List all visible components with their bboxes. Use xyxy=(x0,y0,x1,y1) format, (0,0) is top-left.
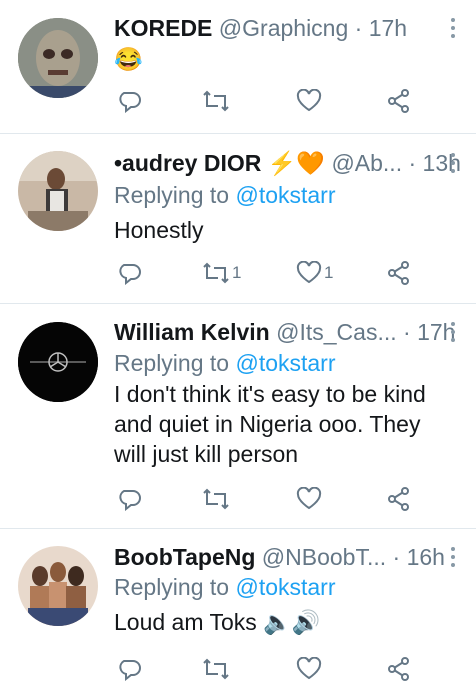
avatar[interactable] xyxy=(18,18,98,98)
heart-icon xyxy=(296,487,322,510)
tweet-actions: 1 1 xyxy=(114,258,424,288)
user-handle[interactable]: @Ab... xyxy=(331,150,402,176)
tweet-text: Honestly xyxy=(114,217,204,243)
share-button[interactable] xyxy=(386,484,412,514)
retweet-button[interactable] xyxy=(202,86,232,116)
replying-to-label: Replying to xyxy=(114,350,230,376)
retweet-button[interactable]: 1 xyxy=(202,258,241,288)
like-button[interactable]: 1 xyxy=(296,258,333,288)
heart-icon xyxy=(296,89,322,112)
reply-button[interactable] xyxy=(119,484,145,514)
reply-button[interactable] xyxy=(119,86,145,116)
avatar[interactable] xyxy=(18,151,98,231)
tweet[interactable]: William Kelvin @Its_Cas... · 17h Replyin… xyxy=(0,304,476,529)
share-icon xyxy=(388,261,409,285)
share-icon xyxy=(388,89,409,113)
like-count: 1 xyxy=(324,263,334,282)
reply-icon xyxy=(119,92,141,113)
retweet-icon xyxy=(203,262,229,284)
user-handle[interactable]: @NBoobT... xyxy=(262,544,386,570)
tweet[interactable]: BoobTapeNg @NBoobT... · 16h Replying to … xyxy=(0,529,476,693)
more-options-icon[interactable] xyxy=(450,547,456,571)
replying-to-label: Replying to xyxy=(114,574,230,600)
avatar[interactable] xyxy=(18,546,98,626)
mention-link[interactable]: @tokstarr xyxy=(235,350,335,376)
retweet-icon xyxy=(203,658,229,680)
more-options-icon[interactable] xyxy=(450,18,456,42)
tweet-actions xyxy=(114,484,424,514)
share-button[interactable] xyxy=(386,654,412,684)
tweet-text: Loud am Toks 🔈🔊 xyxy=(114,609,321,635)
share-icon xyxy=(388,657,409,681)
heart-icon xyxy=(296,657,322,680)
reply-button[interactable] xyxy=(119,258,145,288)
tweet-text: 😂 xyxy=(114,46,143,72)
timestamp[interactable]: · 16h xyxy=(393,544,445,570)
mention-link[interactable]: @tokstarr xyxy=(235,182,335,208)
like-button[interactable] xyxy=(296,484,324,514)
tweet-header: •audrey DIOR ⚡🧡 @Ab... · 13h xyxy=(114,149,461,177)
timestamp[interactable]: · 17h xyxy=(403,319,455,345)
heart-icon xyxy=(296,261,322,284)
reply-button[interactable] xyxy=(119,654,145,684)
display-name[interactable]: •audrey DIOR xyxy=(114,150,261,176)
user-handle[interactable]: @Graphicng xyxy=(219,15,348,41)
display-name[interactable]: KOREDE xyxy=(114,15,212,41)
display-name[interactable]: BoobTapeNg xyxy=(114,544,255,570)
tweet-actions xyxy=(114,654,424,684)
like-button[interactable] xyxy=(296,86,324,116)
reply-icon xyxy=(119,264,141,285)
tweet-header: BoobTapeNg @NBoobT... · 16h xyxy=(114,543,445,571)
more-options-icon[interactable] xyxy=(450,322,456,346)
replying-to: Replying to @tokstarr xyxy=(114,573,336,601)
more-options-icon[interactable] xyxy=(450,153,456,177)
retweet-icon xyxy=(203,90,229,112)
replying-to: Replying to @tokstarr xyxy=(114,181,336,209)
retweet-count: 1 xyxy=(232,263,242,282)
tweet-header: William Kelvin @Its_Cas... · 17h xyxy=(114,318,455,346)
tweet[interactable]: KOREDE @Graphicng · 17h 😂 xyxy=(0,0,476,134)
share-button[interactable] xyxy=(386,258,412,288)
timestamp[interactable]: · 17h xyxy=(355,15,407,41)
like-button[interactable] xyxy=(296,654,324,684)
tweet[interactable]: •audrey DIOR ⚡🧡 @Ab... · 13h Replying to… xyxy=(0,133,476,304)
display-name[interactable]: William Kelvin xyxy=(114,319,270,345)
retweet-button[interactable] xyxy=(202,484,232,514)
reply-icon xyxy=(119,490,141,511)
retweet-button[interactable] xyxy=(202,654,232,684)
share-button[interactable] xyxy=(386,86,412,116)
share-icon xyxy=(388,487,409,511)
tweet-text: I don't think it's easy to be kind and q… xyxy=(114,381,426,467)
avatar[interactable] xyxy=(18,322,98,402)
tweet-actions xyxy=(114,86,424,116)
reply-icon xyxy=(119,660,141,681)
tweet-header: KOREDE @Graphicng · 17h xyxy=(114,14,436,42)
replying-to: Replying to @tokstarr xyxy=(114,349,336,377)
name-badges: ⚡🧡 xyxy=(267,150,326,176)
mention-link[interactable]: @tokstarr xyxy=(235,574,335,600)
user-handle[interactable]: @Its_Cas... xyxy=(276,319,397,345)
replying-to-label: Replying to xyxy=(114,182,230,208)
retweet-icon xyxy=(203,488,229,510)
